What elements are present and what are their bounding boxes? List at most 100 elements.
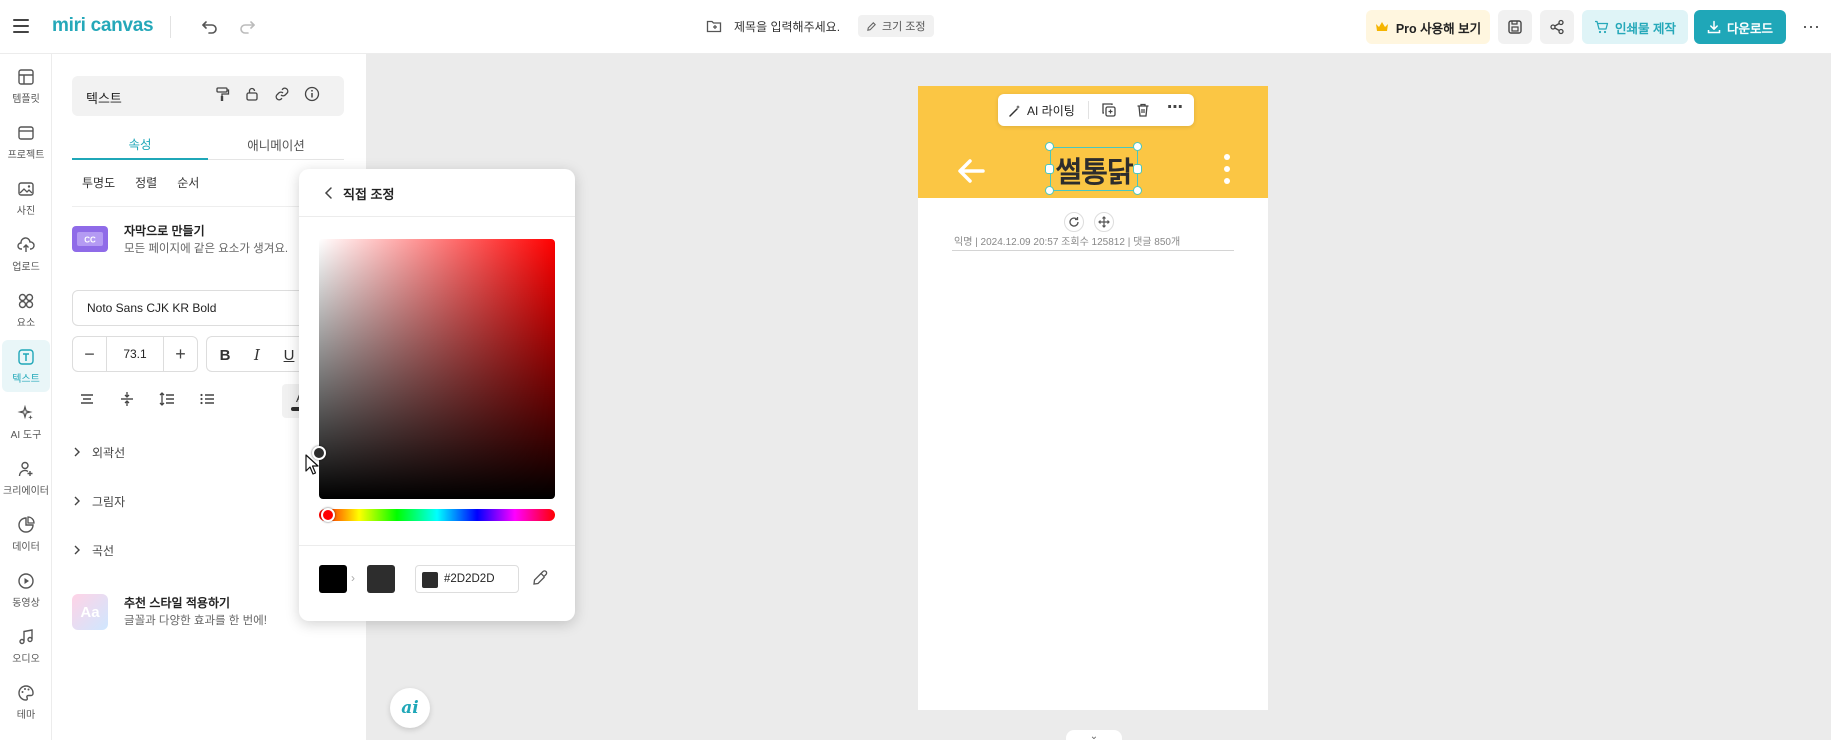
design-page[interactable]: 썰통닭 AI 라이팅 ⋯ 익명 | 2024.12.09 20:57 조회수 1… [918,86,1268,710]
hex-input[interactable]: #2D2D2D [415,565,519,593]
undo-icon[interactable] [198,14,222,38]
saturation-value-picker[interactable] [319,239,555,499]
paragraph-tools: A [72,384,322,418]
rail-item-projects[interactable]: 프로젝트 [0,116,52,168]
subtab-align[interactable]: 정렬 [135,174,157,194]
share-icon [1550,19,1564,35]
pencil-icon [867,21,876,31]
divider [170,16,171,38]
accordion-shadow[interactable]: 그림자 [72,489,332,513]
rail-label: 오디오 [12,653,40,665]
photo-icon [18,181,34,196]
kebab-icon[interactable] [1222,154,1232,188]
align-icon[interactable] [78,390,98,410]
increase-size-button[interactable]: + [163,337,197,371]
lock-icon[interactable] [244,86,264,106]
rail-item-ai-tools[interactable]: AI 도구 [0,396,52,448]
rail-item-creator[interactable]: 크리에이터 [0,452,52,504]
caption-title: 자막으로 만들기 [124,224,205,238]
folder-icon [706,20,722,33]
rail-item-upload[interactable]: 업로드 [0,228,52,280]
accordion-outline[interactable]: 외곽선 [72,440,332,464]
current-color-swatch[interactable] [367,565,395,593]
subtab-order[interactable]: 순서 [177,174,199,194]
page-header-band[interactable]: 썰통닭 AI 라이팅 ⋯ [918,86,1268,198]
menu-icon[interactable] [10,14,34,38]
decrease-size-button[interactable]: − [73,337,107,371]
document-title[interactable]: 제목을 입력해주세요. [706,14,840,38]
resize-handle[interactable] [1045,142,1054,151]
divider [299,545,575,546]
resize-handle[interactable] [1133,164,1142,174]
previous-color-swatch[interactable] [319,565,347,593]
hue-slider[interactable] [319,509,555,521]
font-family-select[interactable]: Noto Sans CJK KR Bold [72,290,312,326]
redo-icon[interactable] [235,14,259,38]
text-style-group: B I U [206,336,312,372]
resize-handle[interactable] [1045,186,1054,195]
transform-handles [1064,212,1114,232]
rail-item-text[interactable]: 텍스트 [2,340,50,392]
tab-properties[interactable]: 속성 [72,128,208,160]
rail-item-elements[interactable]: 요소 [0,284,52,336]
format-painter-icon[interactable] [214,86,234,106]
bold-button[interactable]: B [215,345,235,365]
duplicate-icon[interactable] [1100,101,1118,119]
line-height-icon[interactable] [158,390,178,410]
rail-label: 프로젝트 [7,149,45,161]
rail-item-video[interactable]: 동영상 [0,564,52,616]
pro-trial-button[interactable]: Pro 사용해 보기 [1366,10,1490,44]
font-size-stepper: − 73.1 + [72,336,198,372]
more-menu-button[interactable]: ··· [1799,14,1823,38]
rail-label: 업로드 [12,261,40,273]
template-icon [18,68,34,85]
italic-button[interactable]: I [247,345,267,365]
tab-animation[interactable]: 애니메이션 [208,128,344,160]
post-meta-text[interactable]: 익명 | 2024.12.09 20:57 조회수 125812 | 댓글 85… [954,233,1180,248]
ai-writing-button[interactable]: AI 라이팅 [1008,102,1075,119]
info-icon[interactable] [304,86,324,106]
resize-button[interactable]: 크기 조정 [858,15,934,37]
underline-button[interactable]: U [279,345,299,365]
hex-color-swatch [422,572,438,588]
document-title-text[interactable]: 제목을 입력해주세요. [734,18,840,35]
font-size-value[interactable]: 73.1 [107,347,163,361]
page-panel-toggle[interactable]: ⌄ [1066,730,1122,740]
rotate-icon[interactable] [1064,212,1084,232]
ai-assistant-button[interactable]: ai [390,688,430,728]
hex-value[interactable]: #2D2D2D [444,573,495,585]
trash-icon[interactable] [1134,101,1152,119]
more-options-icon[interactable]: ⋯ [1166,98,1184,116]
download-button[interactable]: 다운로드 [1694,10,1786,44]
ai-writing-label: AI 라이팅 [1027,104,1075,118]
rail-label: 텍스트 [12,373,40,385]
subtab-opacity[interactable]: 투명도 [82,174,115,194]
eyedropper-icon[interactable] [531,569,551,589]
resize-handle[interactable] [1045,164,1054,174]
print-product-button[interactable]: 인쇄물 제작 [1582,10,1688,44]
canvas-workspace[interactable]: 썰통닭 AI 라이팅 ⋯ 익명 | 2024.12.09 20:57 조회수 1… [366,54,1831,740]
list-icon[interactable] [198,390,218,410]
chart-icon [18,515,35,533]
share-button[interactable] [1540,10,1574,44]
rail-item-data[interactable]: 데이터 [0,508,52,560]
accordion-curve[interactable]: 곡선 [72,538,332,562]
resize-handle[interactable] [1133,142,1142,151]
accordion-label: 그림자 [92,494,126,509]
chevron-left-icon[interactable] [321,185,337,201]
move-icon[interactable] [1094,212,1114,232]
rail-item-photos[interactable]: 사진 [0,172,52,224]
logo[interactable]: miri canvas [52,14,154,38]
link-icon[interactable] [274,86,294,106]
arrow-left-icon[interactable] [956,156,986,186]
resize-handle[interactable] [1133,186,1142,195]
save-button[interactable] [1498,10,1532,44]
rail-item-templates[interactable]: 템플릿 [0,60,52,112]
element-header: 텍스트 [72,76,344,116]
rail-item-audio[interactable]: 오디오 [0,620,52,672]
hue-slider-thumb[interactable] [321,508,335,522]
rail-item-theme[interactable]: 테마 [0,676,52,728]
rail-label: 크리에이터 [3,485,49,497]
rail-label: 데이터 [12,541,40,553]
letter-spacing-icon[interactable] [118,390,138,410]
